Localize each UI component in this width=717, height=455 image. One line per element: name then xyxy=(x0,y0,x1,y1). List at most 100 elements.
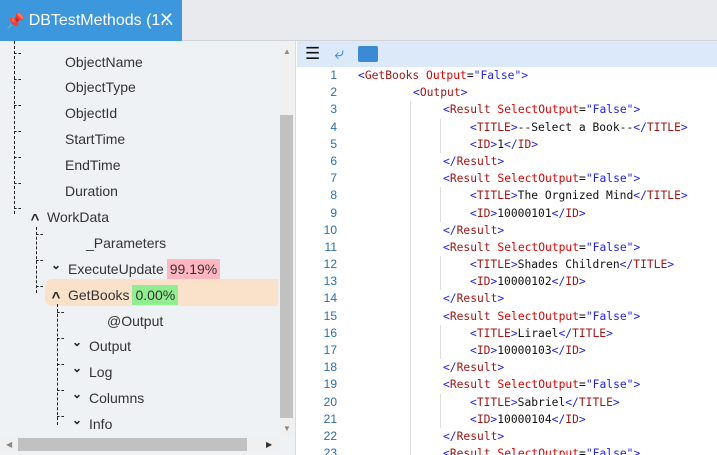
code-line: 10 </Result> xyxy=(297,221,717,239)
chevron-down-icon[interactable]: ⌄ xyxy=(47,258,65,272)
code-token: = xyxy=(579,240,586,254)
chevron-up-icon[interactable]: ^ xyxy=(26,211,44,228)
code-token: < xyxy=(470,344,477,357)
chevron-down-icon[interactable]: ⌄ xyxy=(68,361,86,375)
tree-item[interactable]: ObjectId xyxy=(26,101,117,126)
code-line: 17 <ID>10000103</ID> xyxy=(297,342,717,360)
line-number: 15 xyxy=(323,308,337,323)
code-editor[interactable]: 1 <GetBooks Output="False"> 2 <Output> 3 <Res… xyxy=(297,67,717,455)
line-number: 5 xyxy=(330,136,337,151)
code-token: ID xyxy=(476,137,491,151)
panel-icon[interactable] xyxy=(357,46,378,62)
indent-guide xyxy=(440,393,441,411)
indent-guide xyxy=(440,410,441,428)
code-token: </ xyxy=(443,429,457,443)
tree-item[interactable]: ObjectName xyxy=(26,49,143,74)
indent-guide xyxy=(410,359,411,377)
tree-item[interactable]: EndTime xyxy=(26,153,121,178)
tree-item[interactable]: _Parameters xyxy=(47,230,166,255)
code-token: > xyxy=(510,395,518,409)
tree-item-label: GetBooks xyxy=(68,286,130,303)
code-token: 10000104 xyxy=(497,412,552,426)
tree-item[interactable]: ⌄ Log xyxy=(68,360,112,385)
tree-item[interactable]: ^ WorkData xyxy=(26,204,109,229)
line-number: 8 xyxy=(330,188,337,203)
code-token: > xyxy=(606,326,613,340)
code-token: < xyxy=(470,275,477,289)
line-number: 18 xyxy=(323,360,337,375)
code-token: TITLE xyxy=(578,395,613,409)
tree-item-label: Duration xyxy=(65,183,118,199)
code-token: "False" xyxy=(585,309,634,323)
tree-item[interactable]: StartTime xyxy=(26,127,125,152)
horizontal-scroll-thumb[interactable] xyxy=(18,438,247,451)
code-token: < xyxy=(470,326,477,340)
code-token: > xyxy=(510,189,518,203)
code-token: Result xyxy=(449,103,498,117)
indent-guide xyxy=(410,221,411,239)
horizontal-scrollbar[interactable]: ◀ ▶ xyxy=(0,437,280,452)
code-token: "False" xyxy=(585,172,634,186)
indent-guide xyxy=(440,135,441,153)
code-token: < xyxy=(443,309,450,323)
tree-connector xyxy=(57,363,64,365)
line-number: 2 xyxy=(330,85,337,100)
tree-connector xyxy=(14,53,21,54)
tree-item[interactable]: ⌄ Output xyxy=(68,334,131,359)
indent-guide xyxy=(410,376,411,394)
close-icon[interactable]: ✕ xyxy=(159,9,174,30)
code-token: ID xyxy=(476,412,491,426)
tree-item-label: @Output xyxy=(107,312,164,329)
tree-connector xyxy=(14,78,21,80)
code-token: Result xyxy=(456,429,498,443)
code-token: </ xyxy=(619,258,634,272)
code-token: = xyxy=(579,172,586,186)
indent-guide xyxy=(440,324,441,342)
tree-item[interactable]: ⌄ ExecuteUpdate 99.19% xyxy=(47,256,221,281)
code-line: 14 </Result> xyxy=(297,290,717,308)
indent-guide xyxy=(410,187,411,205)
tab-dbtestmethods[interactable]: 📌 DBTestMethods (1... ✕ xyxy=(0,0,182,41)
code-token: Result xyxy=(449,172,498,186)
tree-item-label: StartTime xyxy=(65,131,126,148)
code-token: > xyxy=(578,412,586,426)
tree-item[interactable]: ⌄ Columns xyxy=(68,386,144,411)
tree-item[interactable]: Duration xyxy=(26,179,118,204)
code-token: = xyxy=(579,309,586,323)
code-token: TITLE xyxy=(646,189,681,203)
chevron-up-icon[interactable]: ^ xyxy=(47,289,65,306)
code-token: > xyxy=(578,206,586,220)
indent-guide xyxy=(440,204,441,222)
code-token: 10000102 xyxy=(497,275,552,289)
chevron-down-icon[interactable]: ⌄ xyxy=(68,387,86,401)
tree-item-label: WorkData xyxy=(47,208,109,225)
tree-item[interactable]: ^ GetBooks 0.00% xyxy=(47,282,179,307)
code-token: TITLE xyxy=(476,120,511,134)
word-wrap-icon[interactable]: ⤶ xyxy=(334,44,344,64)
align-left-icon[interactable]: ☰ xyxy=(305,44,320,64)
code-token: < xyxy=(358,69,365,82)
code-token: > xyxy=(633,378,641,392)
chevron-down-icon[interactable]: ⌄ xyxy=(68,335,86,349)
vertical-scrollbar[interactable]: ▲ ▼ xyxy=(280,41,294,437)
tree-connector xyxy=(14,156,21,158)
code-token: > xyxy=(497,223,505,237)
tree-item[interactable]: ⌄ Info xyxy=(68,412,112,437)
vertical-scroll-thumb[interactable] xyxy=(280,115,293,418)
code-token: ID xyxy=(565,206,579,220)
tree-item[interactable]: @Output xyxy=(68,308,163,333)
tree-connector xyxy=(36,234,43,236)
indent-guide xyxy=(410,152,411,171)
indent-guide xyxy=(440,256,441,274)
code-token: > xyxy=(633,240,641,254)
code-token: Result xyxy=(449,378,498,392)
code-token: Shades Children xyxy=(517,258,620,272)
code-line: 5 <ID>1</ID> xyxy=(297,135,717,153)
chevron-down-icon[interactable]: ⌄ xyxy=(68,413,86,427)
code-token: = xyxy=(579,378,586,392)
tree-item[interactable]: ObjectType xyxy=(26,75,136,100)
pin-icon[interactable]: 📌 xyxy=(6,12,25,30)
code-line: 11 <Result SelectOutput="False"> xyxy=(297,238,717,257)
code-token: ID xyxy=(565,275,579,289)
code-token: = xyxy=(466,69,474,82)
